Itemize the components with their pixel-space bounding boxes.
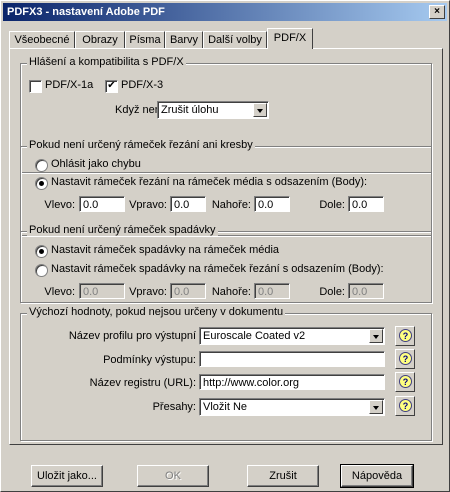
bleed-left-label: Vlevo:	[44, 286, 75, 298]
trapped-select[interactable]: Vložit Ne	[199, 398, 385, 416]
trim-group: Pokud není určený rámeček řezání ani kre…	[20, 139, 432, 236]
pdfx1a-label: PDF/X-1a	[45, 79, 94, 91]
close-button[interactable]: ×	[429, 5, 445, 19]
compat-legend: Hlášení a kompatibilita s PDF/X	[27, 56, 186, 68]
trim-top-input[interactable]: 0.0	[254, 196, 290, 212]
ok-button[interactable]: OK	[137, 465, 209, 487]
trapped-value: Vložit Ne	[203, 401, 248, 413]
trim-left-input[interactable]: 0.0	[79, 196, 125, 212]
window-title: PDFX3 - nastavení Adobe PDF	[7, 6, 165, 18]
profile-select[interactable]: Euroscale Coated v2	[199, 327, 385, 345]
trim-top-label: Nahoře:	[211, 199, 251, 211]
trapped-help-button[interactable]: ?	[395, 396, 415, 416]
registry-input[interactable]: http://www.color.org	[199, 374, 385, 390]
bleed-right-input[interactable]: 0.0	[170, 283, 206, 299]
profile-label: Název profilu pro výstupní	[68, 330, 196, 342]
trim-legend: Pokud není určený rámeček řezání ani kre…	[27, 139, 255, 151]
help-icon: ?	[399, 375, 412, 388]
pdfx3-label: PDF/X-3	[121, 79, 164, 91]
trim-report-error-label: Ohlásit jako chybu	[51, 158, 141, 170]
trim-right-input[interactable]: 0.0	[170, 196, 206, 212]
profile-help-button[interactable]: ?	[395, 326, 415, 346]
bleed-bottom-label: Dole:	[319, 286, 345, 298]
pdfx1a-checkbox[interactable]	[29, 80, 42, 93]
title-bar: PDFX3 - nastavení Adobe PDF ×	[3, 3, 447, 21]
dialog-window: PDFX3 - nastavení Adobe PDF × Všeobecné …	[0, 0, 450, 492]
radio-dot	[39, 181, 44, 186]
bleed-set-trim-label: Nastavit rámeček spadávky na rámeček řez…	[51, 263, 384, 275]
tab-more-options[interactable]: Další volby	[203, 31, 267, 48]
registry-label: Název registru (URL):	[89, 377, 196, 389]
bleed-right-label: Vpravo:	[129, 286, 167, 298]
defaults-legend: Výchozí hodnoty, pokud nejsou určeny v d…	[27, 306, 286, 318]
bleed-top-label: Nahoře:	[211, 286, 251, 298]
registry-help-button[interactable]: ?	[395, 372, 415, 392]
when-not-select[interactable]: Zrušit úlohu	[157, 101, 269, 119]
pdfx3-checkbox[interactable]: ✔	[105, 80, 118, 93]
conditions-help-button[interactable]: ?	[395, 349, 415, 369]
bleed-bottom-input[interactable]: 0.0	[348, 283, 384, 299]
save-as-button[interactable]: Uložit jako...	[31, 465, 103, 487]
bleed-legend: Pokud není určený rámeček spadávky	[27, 224, 218, 236]
trim-bottom-input[interactable]: 0.0	[348, 196, 384, 212]
conditions-input[interactable]	[199, 351, 385, 367]
trim-report-error-radio[interactable]	[35, 159, 48, 172]
cancel-button[interactable]: Zrušit	[247, 465, 319, 487]
bleed-top-input[interactable]: 0.0	[254, 283, 290, 299]
chevron-down-icon[interactable]	[253, 103, 267, 117]
defaults-group: Výchozí hodnoty, pokud nejsou určeny v d…	[20, 306, 432, 441]
bleed-set-media-label: Nastavit rámeček spadávky na rámeček méd…	[51, 244, 280, 256]
trim-set-media-label: Nastavit rámeček řezání na rámeček média…	[51, 176, 368, 188]
trim-bottom-label: Dole:	[319, 199, 345, 211]
help-button[interactable]: Nápověda	[340, 464, 414, 488]
bleed-set-trim-radio[interactable]	[35, 264, 48, 277]
tab-fonts[interactable]: Písma	[125, 31, 165, 48]
trim-set-media-radio[interactable]	[35, 177, 48, 190]
help-icon: ?	[399, 329, 412, 342]
when-not-value: Zrušit úlohu	[161, 104, 219, 116]
help-icon: ?	[399, 352, 412, 365]
radio-dot	[39, 249, 44, 254]
help-icon: ?	[399, 399, 412, 412]
trim-left-label: Vlevo:	[44, 199, 75, 211]
chevron-down-icon[interactable]	[369, 400, 383, 414]
trim-right-label: Vpravo:	[129, 199, 167, 211]
tab-pdfx[interactable]: PDF/X	[267, 28, 313, 49]
bleed-set-media-radio[interactable]	[35, 245, 48, 258]
bleed-group: Pokud není určený rámeček spadávky Nasta…	[20, 224, 432, 303]
conditions-label: Podmínky výstupu:	[103, 354, 196, 366]
tab-general[interactable]: Všeobecné	[9, 31, 75, 48]
trapped-label: Přesahy:	[152, 401, 196, 413]
profile-value: Euroscale Coated v2	[203, 330, 306, 342]
pdfx-panel: Hlášení a kompatibilita s PDF/X PDF/X-1a…	[9, 48, 443, 445]
tab-images[interactable]: Obrazy	[75, 31, 125, 48]
chevron-down-icon[interactable]	[369, 329, 383, 343]
bleed-left-input[interactable]: 0.0	[79, 283, 125, 299]
tab-colors[interactable]: Barvy	[165, 31, 203, 48]
